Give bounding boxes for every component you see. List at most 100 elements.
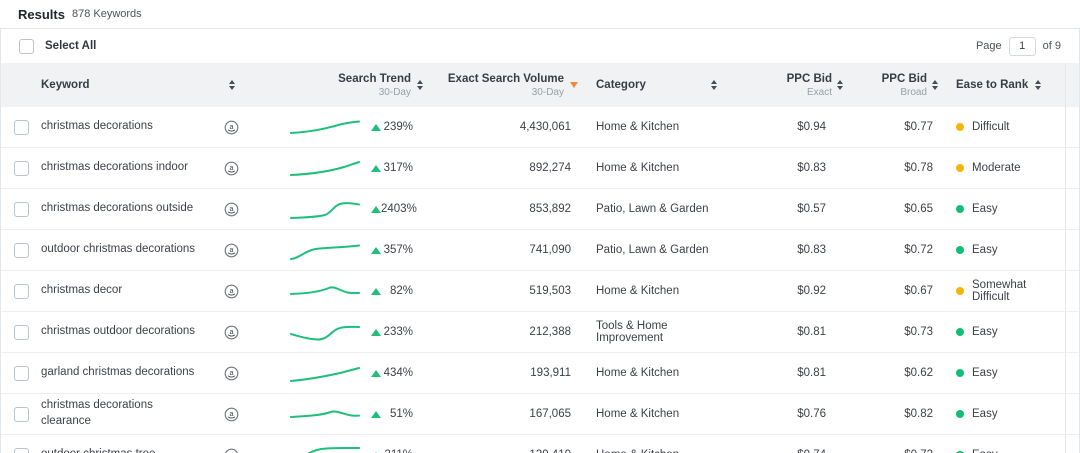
keyword-text[interactable]: christmas outdoor decorations xyxy=(41,324,195,340)
keyword-text[interactable]: christmas decorations xyxy=(41,119,153,135)
keyword-results-page: Results 878 Keywords Select All Page of … xyxy=(0,0,1080,453)
exact-search-volume: 741,090 xyxy=(431,230,586,270)
row-checkbox[interactable] xyxy=(14,161,29,176)
keyword-text[interactable]: christmas decorations clearance xyxy=(41,398,196,429)
amazon-marketplace-icon: a xyxy=(224,448,239,453)
next-column-divider xyxy=(1065,230,1080,270)
category: Home & Kitchen xyxy=(586,107,731,147)
trend-up-icon xyxy=(371,124,381,131)
table-row: christmas outdoor decorations a 233% 212… xyxy=(1,312,1079,353)
ease-status-dot xyxy=(956,246,964,254)
ppc-bid-exact: $0.83 xyxy=(731,148,851,188)
search-trend-sparkline xyxy=(289,319,361,345)
column-header-exact-search-volume[interactable]: Exact Search Volume 30-Day xyxy=(431,73,586,98)
page-input[interactable] xyxy=(1009,37,1036,56)
sort-icon[interactable] xyxy=(417,80,423,90)
amazon-marketplace-icon: a xyxy=(224,325,239,340)
table-row: christmas decor a 82% 519,503 Home & Kit… xyxy=(1,271,1079,312)
pagination: Page of 9 xyxy=(976,37,1061,56)
ppc-bid-exact: $0.57 xyxy=(731,189,851,229)
keyword-text[interactable]: garland christmas decorations xyxy=(41,365,194,381)
amazon-marketplace-icon: a xyxy=(224,243,239,258)
column-header-category[interactable]: Category xyxy=(586,79,731,91)
page-total: of 9 xyxy=(1043,40,1061,52)
category: Home & Kitchen xyxy=(586,148,731,188)
sort-icon[interactable] xyxy=(711,80,717,90)
keyword-text[interactable]: christmas decorations outside xyxy=(41,201,193,217)
ppc-exact-column-sublabel: Exact xyxy=(807,87,832,98)
exact-search-volume: 139,410 xyxy=(431,435,586,453)
category: Home & Kitchen xyxy=(586,271,731,311)
ppc-broad-column-label: PPC Bid xyxy=(882,73,927,85)
select-all-control[interactable]: Select All xyxy=(19,39,96,54)
category: Tools & Home Improvement xyxy=(586,312,731,352)
row-checkbox[interactable] xyxy=(14,120,29,135)
row-checkbox[interactable] xyxy=(14,448,29,453)
keyword-text[interactable]: christmas decor xyxy=(41,283,122,299)
row-checkbox[interactable] xyxy=(14,243,29,258)
trend-percent: 233% xyxy=(381,326,431,338)
table-row: christmas decorations a 239% 4,430,061 H… xyxy=(1,107,1079,148)
results-card: Select All Page of 9 Keyword Search Tren… xyxy=(0,28,1080,453)
ppc-bid-broad: $0.65 xyxy=(851,189,946,229)
sort-icon[interactable] xyxy=(1035,80,1041,90)
ppc-bid-exact: $0.81 xyxy=(731,312,851,352)
column-header-ppc-bid-exact[interactable]: PPC Bid Exact xyxy=(731,73,851,98)
row-checkbox[interactable] xyxy=(14,202,29,217)
ease-status-dot xyxy=(956,369,964,377)
ease-to-rank-label: Easy xyxy=(972,203,998,215)
svg-text:a: a xyxy=(230,164,234,172)
sort-icon[interactable] xyxy=(229,80,235,90)
table-header: Keyword Search Trend 30-Day Exact Search… xyxy=(1,63,1079,107)
column-header-ppc-bid-broad[interactable]: PPC Bid Broad xyxy=(851,73,946,98)
sort-desc-icon[interactable] xyxy=(570,82,578,88)
category: Patio, Lawn & Garden xyxy=(586,230,731,270)
svg-text:a: a xyxy=(230,123,234,131)
ppc-bid-broad: $0.82 xyxy=(851,394,946,434)
amazon-marketplace-icon: a xyxy=(224,407,239,422)
keyword-text[interactable]: outdoor christmas tree xyxy=(41,447,155,453)
results-header: Results 878 Keywords xyxy=(0,0,1080,28)
search-trend-sparkline xyxy=(289,278,361,304)
amazon-marketplace-icon: a xyxy=(224,284,239,299)
row-checkbox[interactable] xyxy=(14,366,29,381)
ease-status-dot xyxy=(956,328,964,336)
svg-text:a: a xyxy=(230,369,234,377)
keyword-text[interactable]: christmas decorations indoor xyxy=(41,160,188,176)
ease-status-dot xyxy=(956,123,964,131)
results-count: 878 Keywords xyxy=(72,8,142,20)
table-row: outdoor christmas decorations a 357% 741… xyxy=(1,230,1079,271)
trend-percent: 434% xyxy=(381,367,431,379)
exact-search-volume: 212,388 xyxy=(431,312,586,352)
sort-icon[interactable] xyxy=(932,80,938,90)
next-column-divider xyxy=(1065,107,1080,147)
search-trend-sparkline xyxy=(289,237,361,263)
ppc-bid-exact: $0.94 xyxy=(731,107,851,147)
search-trend-sparkline xyxy=(289,360,361,386)
column-header-keyword[interactable]: Keyword xyxy=(41,79,261,91)
ease-to-rank-label: Easy xyxy=(972,408,998,420)
trend-percent: 311% xyxy=(381,449,431,453)
table-body: christmas decorations a 239% 4,430,061 H… xyxy=(1,107,1079,453)
ppc-bid-broad: $0.67 xyxy=(851,271,946,311)
row-checkbox[interactable] xyxy=(14,325,29,340)
trend-percent: 51% xyxy=(381,408,431,420)
ppc-broad-column-sublabel: Broad xyxy=(900,87,927,98)
table-row: christmas decorations outside a 2403% 85… xyxy=(1,189,1079,230)
ppc-bid-exact: $0.81 xyxy=(731,353,851,393)
column-header-search-trend[interactable]: Search Trend 30-Day xyxy=(261,73,431,98)
sort-icon[interactable] xyxy=(837,80,843,90)
ease-status-dot xyxy=(956,410,964,418)
row-checkbox[interactable] xyxy=(14,407,29,422)
keyword-text[interactable]: outdoor christmas decorations xyxy=(41,242,195,258)
column-header-ease-to-rank[interactable]: Ease to Rank xyxy=(946,79,1065,91)
select-all-checkbox[interactable] xyxy=(19,39,34,54)
search-trend-sparkline xyxy=(289,401,361,427)
amazon-marketplace-icon: a xyxy=(224,366,239,381)
category: Home & Kitchen xyxy=(586,353,731,393)
row-checkbox[interactable] xyxy=(14,284,29,299)
ease-status-dot xyxy=(956,205,964,213)
ppc-bid-exact: $0.76 xyxy=(731,394,851,434)
ease-to-rank-label: Easy xyxy=(972,449,998,453)
amazon-marketplace-icon: a xyxy=(224,202,239,217)
